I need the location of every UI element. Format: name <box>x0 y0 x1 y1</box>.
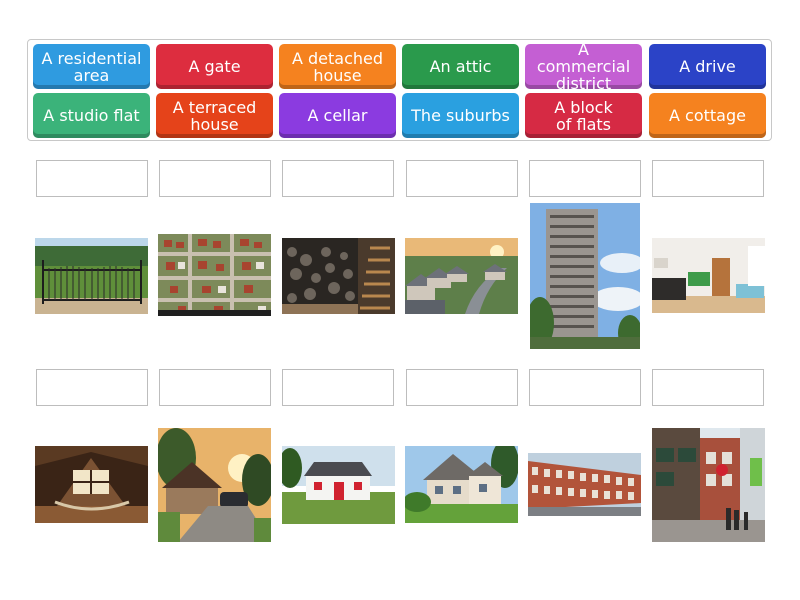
tile-label: A block of flats <box>554 97 613 134</box>
gate-photo <box>35 238 148 314</box>
tile-block-of-flats[interactable]: A block of flats <box>525 93 642 138</box>
cottage-photo <box>282 446 395 524</box>
tile-label: A drive <box>679 57 736 76</box>
tile-label: A residential area <box>41 48 142 85</box>
tile-residential-area[interactable]: A residential area <box>33 44 150 89</box>
tile-terraced-house[interactable]: A terraced house <box>156 93 273 138</box>
tile-commercial-district[interactable]: A commercial district <box>525 40 642 93</box>
drop-box-8[interactable] <box>159 369 271 406</box>
tile-drive[interactable]: A drive <box>649 44 766 89</box>
drop-box-3[interactable] <box>282 160 394 197</box>
drop-box-12[interactable] <box>652 369 764 406</box>
drop-box-7[interactable] <box>36 369 148 406</box>
drop-box-10[interactable] <box>406 369 518 406</box>
tile-studio-flat[interactable]: A studio flat <box>33 93 150 138</box>
tile-label: A commercial district <box>536 40 631 93</box>
drop-box-1[interactable] <box>36 160 148 197</box>
tile-detached-house[interactable]: A detached house <box>279 44 396 89</box>
tile-suburbs[interactable]: The suburbs <box>402 93 519 138</box>
tile-cellar[interactable]: A cellar <box>279 93 396 138</box>
tower-block-photo <box>530 203 640 349</box>
drop-box-4[interactable] <box>406 160 518 197</box>
tile-label: The suburbs <box>411 106 510 125</box>
drop-box-5[interactable] <box>529 160 641 197</box>
tile-label: A terraced house <box>172 97 257 134</box>
tile-label: A gate <box>188 57 241 76</box>
suburbs-street-photo <box>405 238 518 314</box>
tile-label: A cellar <box>307 106 368 125</box>
tile-label: A studio flat <box>43 106 140 125</box>
studio-flat-photo <box>652 238 765 313</box>
drop-box-2[interactable] <box>159 160 271 197</box>
tile-cottage[interactable]: A cottage <box>649 93 766 138</box>
tile-label: A detached house <box>291 48 384 85</box>
driveway-photo <box>158 428 271 542</box>
residential-area-aerial-photo <box>158 234 271 316</box>
cellar-stairs-photo <box>282 238 395 314</box>
drop-box-11[interactable] <box>529 369 641 406</box>
tile-attic[interactable]: An attic <box>402 44 519 89</box>
drop-box-9[interactable] <box>282 369 394 406</box>
commercial-street-photo <box>652 428 765 542</box>
terraced-houses-photo <box>528 453 641 516</box>
detached-house-photo <box>405 446 518 523</box>
attic-room-photo <box>35 446 148 523</box>
tile-label: An attic <box>429 57 492 76</box>
tile-label: A cottage <box>669 106 746 125</box>
drop-box-6[interactable] <box>652 160 764 197</box>
tile-gate[interactable]: A gate <box>156 44 273 89</box>
